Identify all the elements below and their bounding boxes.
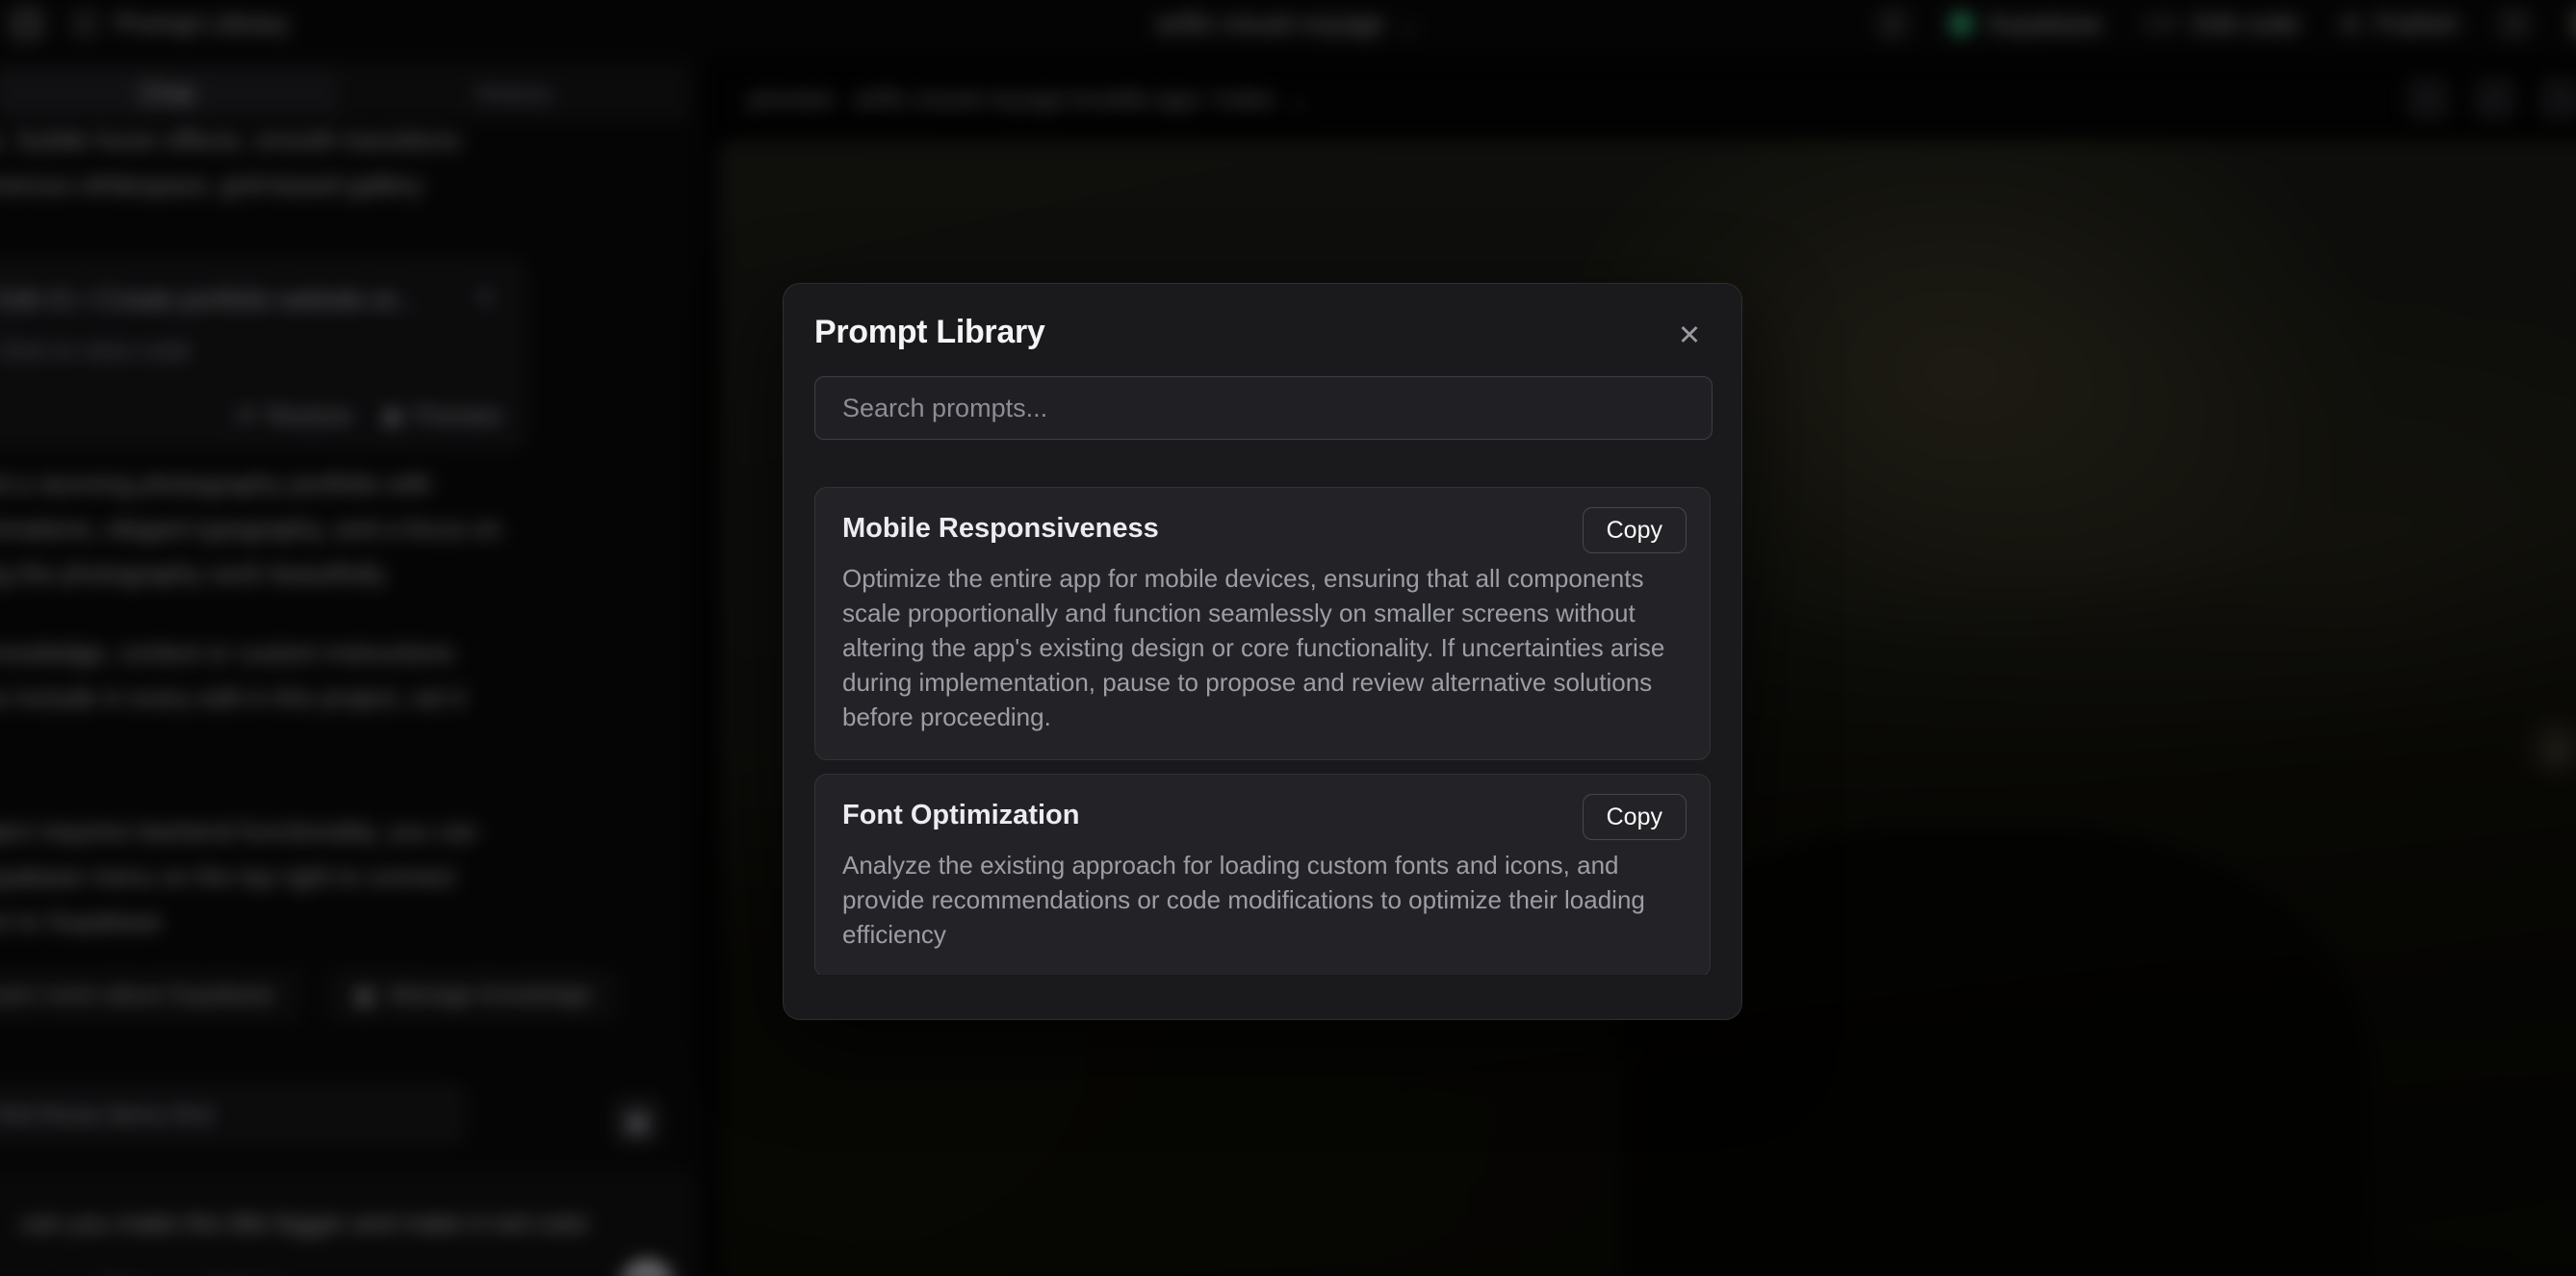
close-button[interactable]: ✕	[1670, 317, 1709, 355]
copy-button[interactable]: Copy	[1583, 507, 1687, 553]
copy-button[interactable]: Copy	[1583, 794, 1687, 840]
close-icon: ✕	[1678, 320, 1701, 351]
prompt-library-modal: Prompt Library ✕ Mobile Responsiveness C…	[783, 283, 1742, 1020]
search-input[interactable]	[814, 376, 1713, 440]
app-window: Prompt Library artfic-visual-voyage ⌄ Su…	[0, 0, 2576, 1276]
prompt-card: Mobile Responsiveness Copy Optimize the …	[814, 487, 1711, 760]
prompt-description: Optimize the entire app for mobile devic…	[842, 561, 1683, 734]
prompt-description: Analyze the existing approach for loadin…	[842, 848, 1683, 952]
prompt-title: Font Optimization	[842, 798, 1683, 832]
prompt-title: Mobile Responsiveness	[842, 511, 1683, 546]
modal-title: Prompt Library	[814, 313, 1711, 351]
prompt-card: Font Optimization Copy Analyze the exist…	[814, 774, 1711, 975]
prompt-list: Mobile Responsiveness Copy Optimize the …	[814, 487, 1711, 975]
